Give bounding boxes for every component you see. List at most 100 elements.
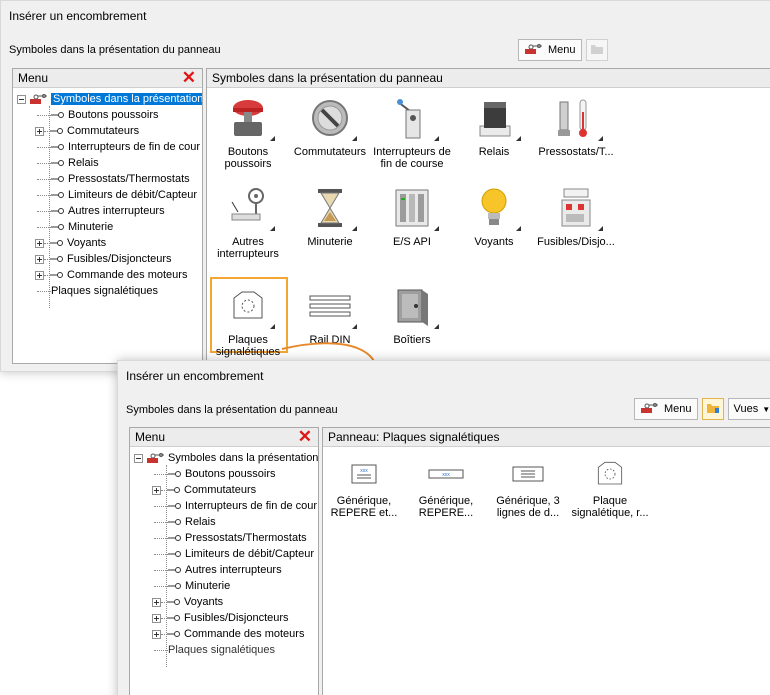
tree-item-interrupteurs-fin-course[interactable]: Interrupteurs de fin de cour (13, 139, 202, 155)
expand-icon[interactable] (152, 613, 161, 623)
expand-icon[interactable] (152, 597, 161, 607)
tile-label: E/S API (393, 236, 431, 248)
expand-icon[interactable] (35, 254, 44, 264)
tree-item-fusibles[interactable]: Fusibles/Disjoncteurs (13, 251, 202, 267)
tree-root-label: Symboles dans la présentation (51, 93, 202, 105)
tile-pressostats[interactable]: Pressostats/T... (535, 93, 617, 158)
folder-button[interactable] (585, 39, 608, 61)
tree-item-pressostats[interactable]: Pressostats/Thermostats (130, 530, 318, 546)
tree-item-label: Pressostats/Thermostats (68, 173, 190, 185)
tile-label: Relais (478, 146, 510, 158)
tree-item-limiteurs[interactable]: Limiteurs de débit/Capteur (130, 546, 318, 562)
expand-icon[interactable] (35, 270, 44, 280)
expand-icon[interactable] (35, 238, 44, 248)
tree-item-relais[interactable]: Relais (130, 514, 318, 530)
tile-relais[interactable]: Relais (453, 93, 535, 158)
tile-interrupteurs-fin-course[interactable]: Interrupteurs de fin de course (371, 93, 453, 170)
tree-item-label: Boutons poussoirs (185, 468, 276, 480)
tile-plaque-signaletique[interactable]: Plaque signalétique, r... (569, 456, 651, 519)
presentation-label: Symboles dans la présentation du panneau (126, 404, 338, 416)
tree-root[interactable]: Symboles dans la présentation (13, 91, 202, 107)
folder-button[interactable] (701, 398, 724, 420)
tree-item-fusibles[interactable]: Fusibles/Disjoncteurs (130, 610, 318, 626)
tree-item-commutateurs[interactable]: Commutateurs (13, 123, 202, 139)
tree-item-commutateurs[interactable]: Commutateurs (130, 482, 318, 498)
nameplate-1-line-icon: xxx (405, 456, 487, 492)
tile-fusibles[interactable]: Fusibles/Disjo... (535, 183, 617, 248)
toolbar: Menu (518, 39, 608, 61)
collapse-icon[interactable] (134, 453, 143, 463)
tree-item-label: Minuterie (68, 221, 114, 233)
toolbar: Menu Vues ▼ (634, 398, 770, 420)
tile-boutons-poussoirs[interactable]: Boutons poussoirs (207, 93, 289, 170)
tile-generique-repere-1[interactable]: xxx Générique, REPERE et... (323, 456, 405, 519)
tile-label: Générique, 3 lignes de d... (496, 495, 560, 519)
tree-item-label: Relais (68, 157, 99, 169)
tree-item-label: Fusibles/Disjoncteurs (67, 253, 172, 265)
nameplate-3-lines-icon (487, 456, 569, 492)
expand-icon[interactable] (152, 629, 161, 639)
tile-generique-repere-2[interactable]: xxx Générique, REPERE... (405, 456, 487, 519)
tree-item-interrupteurs-fin-course[interactable]: Interrupteurs de fin de cour (130, 498, 318, 514)
tree-item-boutons-poussoirs[interactable]: Boutons poussoirs (130, 466, 318, 482)
tile-plaques[interactable]: Plaques signalétiques (207, 281, 289, 358)
chevron-down-icon: ▼ (762, 404, 770, 414)
tree-item-label: Limiteurs de débit/Capteur (185, 548, 315, 560)
menu-button-label: Menu (548, 44, 576, 56)
enclosure-icon (371, 281, 453, 331)
tree-item-plaques[interactable]: Plaques signalétiques (13, 283, 202, 299)
tree-item-minuterie[interactable]: Minuterie (130, 578, 318, 594)
tree-item-label: Commande des moteurs (67, 269, 188, 281)
relay-icon (453, 93, 535, 143)
expand-icon[interactable] (152, 485, 161, 495)
tree-item-commande-moteurs[interactable]: Commande des moteurs (13, 267, 202, 283)
tree-item-relais[interactable]: Relais (13, 155, 202, 171)
tile-es-api[interactable]: E/S API (371, 183, 453, 248)
tile-label: Autres interrupteurs (217, 236, 279, 260)
dialog-title: Insérer un encombrement (126, 369, 264, 383)
tree: Symboles dans la présentation Boutons po… (130, 447, 318, 667)
tree-item-autres-interrupteurs[interactable]: Autres interrupteurs (130, 562, 318, 578)
tree-item-plaques[interactable]: Plaques signalétiques (130, 642, 318, 658)
menu-button[interactable]: Menu (518, 39, 582, 61)
nameplates-header-label: Panneau: Plaques signalétiques (328, 430, 500, 444)
nameplate-icon (569, 456, 651, 492)
tile-label: Pressostats/T... (538, 146, 614, 158)
tree-item-label: Plaques signalétiques (51, 285, 159, 297)
tile-autres-interrupteurs[interactable]: Autres interrupteurs (207, 183, 289, 260)
tree-item-voyants[interactable]: Voyants (130, 594, 318, 610)
contact-symbol-icon (50, 271, 64, 279)
tree-item-voyants[interactable]: Voyants (13, 235, 202, 251)
close-icon[interactable]: ✕ (182, 69, 196, 86)
tree-root[interactable]: Symboles dans la présentation (130, 450, 318, 466)
other-switch-icon (207, 183, 289, 233)
svg-text:xxx: xxx (442, 472, 450, 478)
tree-item-commande-moteurs[interactable]: Commande des moteurs (130, 626, 318, 642)
back-dialog: Insérer un encombrement Symboles dans la… (0, 0, 770, 372)
selector-switch-icon (289, 93, 371, 143)
tree-item-limiteurs[interactable]: Limiteurs de débit/Capteur (13, 187, 202, 203)
tree-item-autres-interrupteurs[interactable]: Autres interrupteurs (13, 203, 202, 219)
close-icon[interactable]: ✕ (298, 428, 312, 445)
menu-button[interactable]: Menu (634, 398, 698, 420)
tree-item-minuterie[interactable]: Minuterie (13, 219, 202, 235)
views-button[interactable]: Vues ▼ (727, 398, 770, 420)
tile-label: Boutons poussoirs (224, 146, 272, 170)
tile-voyants[interactable]: Voyants (453, 183, 535, 248)
folder-icon (590, 43, 604, 58)
tile-label: Fusibles/Disjo... (537, 236, 615, 248)
svg-text:xxx: xxx (360, 468, 368, 474)
tree-item-label: Autres interrupteurs (185, 564, 282, 576)
expand-icon[interactable] (35, 126, 44, 136)
tree-item-pressostats[interactable]: Pressostats/Thermostats (13, 171, 202, 187)
tile-generique-3-lignes[interactable]: Générique, 3 lignes de d... (487, 456, 569, 519)
tile-minuterie[interactable]: Minuterie (289, 183, 371, 248)
tree: Symboles dans la présentation Boutons po… (13, 88, 202, 308)
nameplates-header: Panneau: Plaques signalétiques (323, 428, 770, 447)
tile-commutateurs[interactable]: Commutateurs (289, 93, 371, 158)
tree-item-boutons-poussoirs[interactable]: Boutons poussoirs (13, 107, 202, 123)
collapse-icon[interactable] (17, 94, 26, 104)
front-dialog: Insérer un encombrement Symboles dans la… (117, 360, 770, 695)
tree-item-label: Voyants (67, 237, 107, 249)
presentation-label: Symboles dans la présentation du panneau (9, 44, 221, 56)
